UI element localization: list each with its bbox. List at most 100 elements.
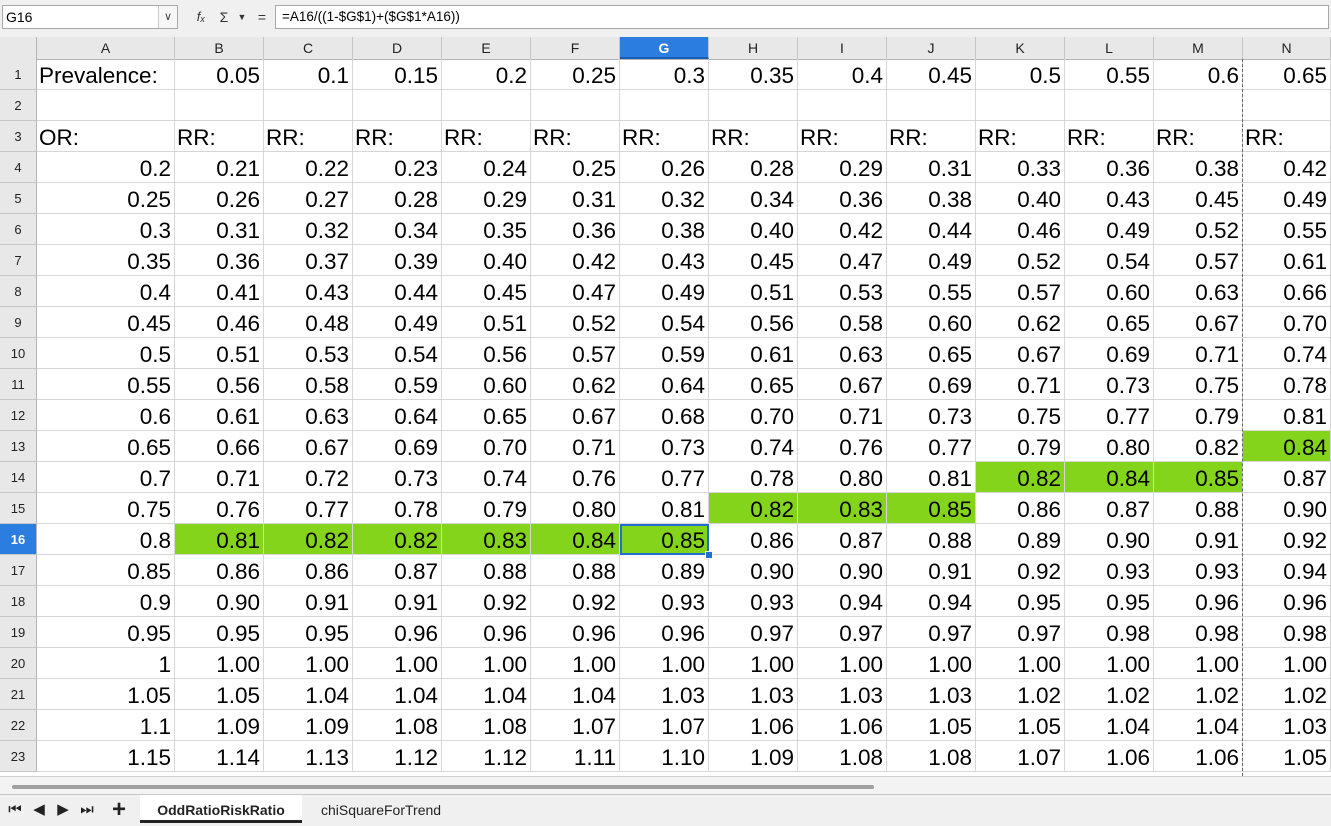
cell-j11[interactable]: 0.69 xyxy=(887,369,976,400)
row-header-14[interactable]: 14 xyxy=(0,462,37,493)
cell-n4[interactable]: 0.42 xyxy=(1243,152,1331,183)
cell-f18[interactable]: 0.92 xyxy=(531,586,620,617)
equals-icon[interactable]: = xyxy=(254,6,270,28)
cell-j13[interactable]: 0.77 xyxy=(887,431,976,462)
cell-i17[interactable]: 0.90 xyxy=(798,555,887,586)
cell-d3[interactable]: RR: xyxy=(353,121,442,152)
cell-n16[interactable]: 0.92 xyxy=(1243,524,1331,555)
column-header-c[interactable]: C xyxy=(264,37,353,59)
cell-f6[interactable]: 0.36 xyxy=(531,214,620,245)
cell-b3[interactable]: RR: xyxy=(175,121,264,152)
cell-g21[interactable]: 1.03 xyxy=(620,679,709,710)
cell-l2[interactable] xyxy=(1065,90,1154,121)
cell-c1[interactable]: 0.1 xyxy=(264,59,353,90)
row-header-22[interactable]: 22 xyxy=(0,710,37,741)
cell-n11[interactable]: 0.78 xyxy=(1243,369,1331,400)
cell-m14[interactable]: 0.85 xyxy=(1154,462,1243,493)
cell-l18[interactable]: 0.95 xyxy=(1065,586,1154,617)
cell-d21[interactable]: 1.04 xyxy=(353,679,442,710)
cell-n13[interactable]: 0.84 xyxy=(1243,431,1331,462)
cell-k12[interactable]: 0.75 xyxy=(976,400,1065,431)
cell-k17[interactable]: 0.92 xyxy=(976,555,1065,586)
cell-c23[interactable]: 1.13 xyxy=(264,741,353,772)
cell-h9[interactable]: 0.56 xyxy=(709,307,798,338)
cell-k3[interactable]: RR: xyxy=(976,121,1065,152)
cell-e20[interactable]: 1.00 xyxy=(442,648,531,679)
row-header-11[interactable]: 11 xyxy=(0,369,37,400)
cell-m4[interactable]: 0.38 xyxy=(1154,152,1243,183)
cell-a12[interactable]: 0.6 xyxy=(37,400,175,431)
cell-f8[interactable]: 0.47 xyxy=(531,276,620,307)
cell-f11[interactable]: 0.62 xyxy=(531,369,620,400)
cell-g1[interactable]: 0.3 xyxy=(620,59,709,90)
cell-e5[interactable]: 0.29 xyxy=(442,183,531,214)
cell-c3[interactable]: RR: xyxy=(264,121,353,152)
row-header-19[interactable]: 19 xyxy=(0,617,37,648)
cell-l22[interactable]: 1.04 xyxy=(1065,710,1154,741)
cell-d19[interactable]: 0.96 xyxy=(353,617,442,648)
cell-g20[interactable]: 1.00 xyxy=(620,648,709,679)
cell-g12[interactable]: 0.68 xyxy=(620,400,709,431)
column-header-m[interactable]: M xyxy=(1154,37,1243,59)
cell-l11[interactable]: 0.73 xyxy=(1065,369,1154,400)
cell-d20[interactable]: 1.00 xyxy=(353,648,442,679)
cell-g18[interactable]: 0.93 xyxy=(620,586,709,617)
cell-a5[interactable]: 0.25 xyxy=(37,183,175,214)
cell-d1[interactable]: 0.15 xyxy=(353,59,442,90)
cell-c20[interactable]: 1.00 xyxy=(264,648,353,679)
cell-a9[interactable]: 0.45 xyxy=(37,307,175,338)
cell-d14[interactable]: 0.73 xyxy=(353,462,442,493)
cell-e7[interactable]: 0.40 xyxy=(442,245,531,276)
name-box[interactable]: G16 ∨ xyxy=(2,5,178,29)
cell-i22[interactable]: 1.06 xyxy=(798,710,887,741)
cell-l19[interactable]: 0.98 xyxy=(1065,617,1154,648)
cell-d10[interactable]: 0.54 xyxy=(353,338,442,369)
cell-g23[interactable]: 1.10 xyxy=(620,741,709,772)
cell-d22[interactable]: 1.08 xyxy=(353,710,442,741)
column-header-e[interactable]: E xyxy=(442,37,531,59)
first-sheet-icon[interactable]: ⏮ xyxy=(4,799,26,821)
cell-d6[interactable]: 0.34 xyxy=(353,214,442,245)
cell-n8[interactable]: 0.66 xyxy=(1243,276,1331,307)
cell-b12[interactable]: 0.61 xyxy=(175,400,264,431)
cell-d12[interactable]: 0.64 xyxy=(353,400,442,431)
cell-a1[interactable]: Prevalence: xyxy=(37,59,175,90)
cell-j17[interactable]: 0.91 xyxy=(887,555,976,586)
cell-f16[interactable]: 0.84 xyxy=(531,524,620,555)
column-header-f[interactable]: F xyxy=(531,37,620,59)
cell-m7[interactable]: 0.57 xyxy=(1154,245,1243,276)
cell-j12[interactable]: 0.73 xyxy=(887,400,976,431)
cell-a11[interactable]: 0.55 xyxy=(37,369,175,400)
cell-e4[interactable]: 0.24 xyxy=(442,152,531,183)
cell-n15[interactable]: 0.90 xyxy=(1243,493,1331,524)
cell-e6[interactable]: 0.35 xyxy=(442,214,531,245)
cell-i13[interactable]: 0.76 xyxy=(798,431,887,462)
cell-h12[interactable]: 0.70 xyxy=(709,400,798,431)
chevron-down-icon[interactable]: ▼ xyxy=(235,6,249,28)
row-header-8[interactable]: 8 xyxy=(0,276,37,307)
cell-j21[interactable]: 1.03 xyxy=(887,679,976,710)
cell-e3[interactable]: RR: xyxy=(442,121,531,152)
cell-c14[interactable]: 0.72 xyxy=(264,462,353,493)
cell-l23[interactable]: 1.06 xyxy=(1065,741,1154,772)
cell-k21[interactable]: 1.02 xyxy=(976,679,1065,710)
cell-f10[interactable]: 0.57 xyxy=(531,338,620,369)
cell-k13[interactable]: 0.79 xyxy=(976,431,1065,462)
cell-j10[interactable]: 0.65 xyxy=(887,338,976,369)
column-header-k[interactable]: K xyxy=(976,37,1065,59)
cell-g7[interactable]: 0.43 xyxy=(620,245,709,276)
cell-c8[interactable]: 0.43 xyxy=(264,276,353,307)
cell-g19[interactable]: 0.96 xyxy=(620,617,709,648)
cell-e17[interactable]: 0.88 xyxy=(442,555,531,586)
cell-e9[interactable]: 0.51 xyxy=(442,307,531,338)
cell-j1[interactable]: 0.45 xyxy=(887,59,976,90)
cell-j4[interactable]: 0.31 xyxy=(887,152,976,183)
row-header-17[interactable]: 17 xyxy=(0,555,37,586)
cell-b14[interactable]: 0.71 xyxy=(175,462,264,493)
cell-c12[interactable]: 0.63 xyxy=(264,400,353,431)
cell-g14[interactable]: 0.77 xyxy=(620,462,709,493)
cell-c21[interactable]: 1.04 xyxy=(264,679,353,710)
cell-l21[interactable]: 1.02 xyxy=(1065,679,1154,710)
cell-n18[interactable]: 0.96 xyxy=(1243,586,1331,617)
cell-f19[interactable]: 0.96 xyxy=(531,617,620,648)
